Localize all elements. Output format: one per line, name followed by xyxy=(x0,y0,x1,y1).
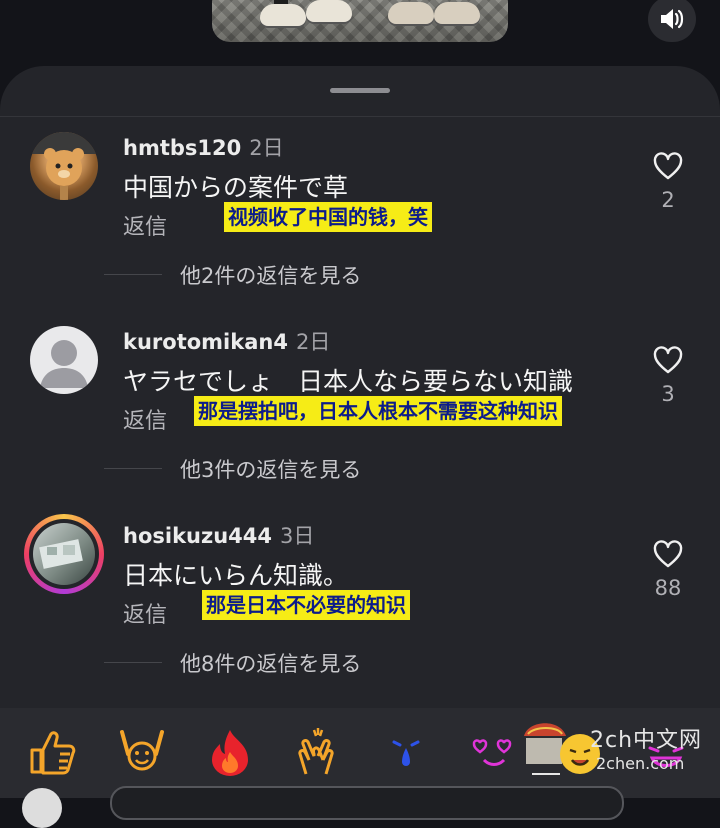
like-count: 88 xyxy=(654,576,682,600)
comment-time: 3日 xyxy=(280,524,315,548)
replies-divider xyxy=(104,274,162,275)
fire-emoji[interactable] xyxy=(204,726,256,778)
thumbs-up-emoji[interactable] xyxy=(28,726,80,778)
replies-divider xyxy=(104,468,162,469)
watermark-title: 2ch中文网 xyxy=(590,728,703,753)
comment-username[interactable]: hosikuzu444 3日 xyxy=(123,520,314,550)
like-count: 3 xyxy=(661,382,675,406)
translation-caption: 视频收了中国的钱，笑 xyxy=(224,202,432,232)
watermark-url: 2chen.com xyxy=(596,754,685,773)
clapping-emoji[interactable] xyxy=(292,726,344,778)
video-shoe xyxy=(434,2,480,24)
sheet-divider xyxy=(0,116,720,117)
video-shoe xyxy=(260,4,306,26)
sound-button[interactable] xyxy=(648,0,696,42)
view-replies-link[interactable]: 他8件の返信を見る xyxy=(180,648,361,678)
translation-caption: 那是摆拍吧，日本人根本不需要这种知识 xyxy=(194,396,562,426)
username-text[interactable]: kurotomikan4 xyxy=(123,330,288,354)
comment-text: 中国からの案件で草 xyxy=(123,173,349,202)
raised-hands-emoji[interactable] xyxy=(116,726,168,778)
username-text[interactable]: hmtbs120 xyxy=(123,136,241,160)
reply-button[interactable]: 返信 xyxy=(123,597,167,629)
comment-input[interactable] xyxy=(110,786,624,820)
avatar[interactable] xyxy=(30,132,98,200)
speaker-icon xyxy=(661,9,684,29)
like-button[interactable]: 88 xyxy=(646,540,690,600)
sheet-drag-handle[interactable] xyxy=(330,88,390,93)
comment-username[interactable]: kurotomikan4 2日 xyxy=(123,326,330,356)
heart-eyes-emoji[interactable] xyxy=(468,726,520,778)
comment-username[interactable]: hmtbs120 2日 xyxy=(123,132,284,162)
heart-icon xyxy=(653,346,683,374)
view-replies-link[interactable]: 他2件の返信を見る xyxy=(180,260,361,290)
video-preview[interactable] xyxy=(212,0,508,42)
translation-caption: 那是日本不必要的知识 xyxy=(202,590,410,620)
bear-cup-image xyxy=(30,132,98,200)
heart-icon xyxy=(653,152,683,180)
comment-time: 2日 xyxy=(249,136,284,160)
heart-icon xyxy=(653,540,683,568)
avatar[interactable] xyxy=(33,523,95,585)
like-button[interactable]: 3 xyxy=(646,346,690,406)
comment-text: ヤラセでしょ 日本人なら要らない知識 xyxy=(123,367,574,396)
room-photo-image xyxy=(39,539,83,569)
avatar[interactable] xyxy=(30,326,98,394)
my-avatar[interactable] xyxy=(22,788,62,828)
site-watermark: 2ch中文网 2chen.com xyxy=(520,716,710,780)
username-text[interactable]: hosikuzu444 xyxy=(123,524,272,548)
reply-button[interactable]: 返信 xyxy=(123,209,167,241)
comment-time: 2日 xyxy=(295,330,331,354)
crying-emoji[interactable] xyxy=(380,726,432,778)
comment-item: kurotomikan4 2日 ヤラセでしょ 日本人なら要らない知識 返信 那是摆… xyxy=(0,326,720,516)
view-replies-link[interactable]: 他3件の返信を見る xyxy=(180,454,361,484)
comment-item: hosikuzu444 3日 日本にいらん知識。 返信 那是日本不必要的知识 他8… xyxy=(0,514,720,710)
reply-button[interactable]: 返信 xyxy=(123,403,167,435)
video-shoe xyxy=(388,2,434,24)
replies-divider xyxy=(104,662,162,663)
comment-item: hmtbs120 2日 中国からの案件で草 返信 视频收了中国的钱，笑 他2件の返… xyxy=(0,132,720,322)
like-button[interactable]: 2 xyxy=(646,152,690,212)
video-shoe xyxy=(306,0,352,22)
default-user-icon xyxy=(40,340,88,388)
like-count: 2 xyxy=(661,188,675,212)
comment-text: 日本にいらん知識。 xyxy=(123,561,349,590)
mascot-logo xyxy=(524,723,600,775)
